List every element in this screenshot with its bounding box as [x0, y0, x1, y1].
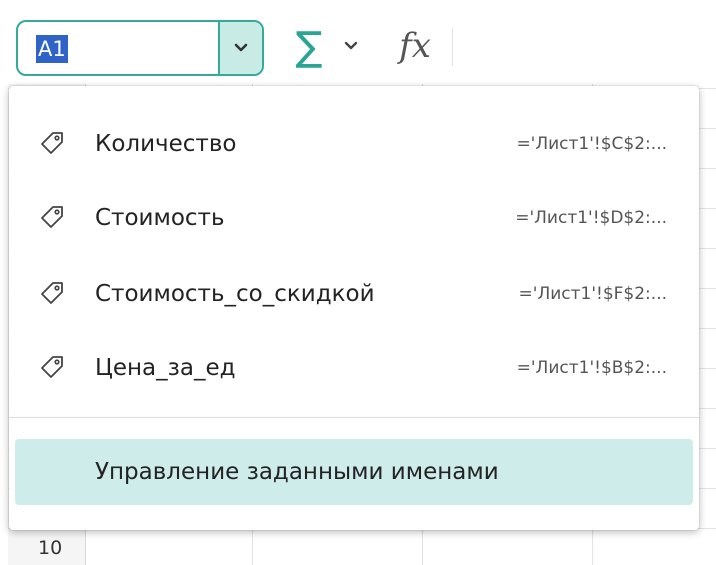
- formula-toolbar: A1 ∑ fx: [0, 0, 716, 84]
- name-box[interactable]: A1: [16, 20, 264, 76]
- tag-icon: [41, 132, 63, 154]
- tag-icon: [41, 356, 63, 378]
- named-range-name: Цена_за_ед: [95, 355, 236, 381]
- named-range-reference: ='Лист1'!$B$2:...: [516, 358, 667, 378]
- menu-divider: [9, 417, 699, 418]
- named-range-reference: ='Лист1'!$D$2:...: [515, 208, 667, 228]
- named-range-item[interactable]: Стоимость_со_скидкой ='Лист1'!$F$2:...: [9, 256, 699, 330]
- row-number-10[interactable]: 10: [8, 528, 86, 565]
- named-range-item[interactable]: Цена_за_ед ='Лист1'!$B$2:...: [9, 330, 699, 404]
- toolbar-separator: [452, 28, 453, 66]
- tag-icon: [41, 282, 63, 304]
- tag-icon: [41, 206, 63, 228]
- fx-icon: fx: [399, 26, 431, 66]
- named-range-reference: ='Лист1'!$C$2:...: [516, 134, 667, 154]
- manage-names-button[interactable]: Управление заданными именами: [15, 439, 693, 505]
- name-box-value[interactable]: A1: [36, 35, 68, 63]
- named-range-reference: ='Лист1'!$F$2:...: [518, 284, 667, 304]
- sigma-icon: ∑: [295, 24, 323, 70]
- named-range-name: Количество: [95, 131, 237, 157]
- named-range-item[interactable]: Стоимость ='Лист1'!$D$2:...: [9, 180, 699, 254]
- chevron-down-icon: [234, 43, 248, 52]
- spreadsheet-window: 10 A1 ∑ fx Количество ='Лист1'!$C$2:... …: [0, 0, 716, 565]
- chevron-down-icon: [344, 41, 358, 50]
- autosum-dropdown-button[interactable]: [340, 34, 362, 58]
- named-range-name: Стоимость_со_скидкой: [95, 281, 375, 307]
- named-range-item[interactable]: Количество ='Лист1'!$C$2:...: [9, 106, 699, 180]
- named-range-name: Стоимость: [95, 205, 225, 231]
- insert-function-button[interactable]: fx: [392, 22, 438, 70]
- manage-names-label: Управление заданными именами: [95, 459, 499, 485]
- name-box-dropdown-button[interactable]: [218, 22, 262, 74]
- named-ranges-menu: Количество ='Лист1'!$C$2:... Стоимость =…: [9, 86, 699, 530]
- autosum-button[interactable]: ∑: [288, 23, 330, 71]
